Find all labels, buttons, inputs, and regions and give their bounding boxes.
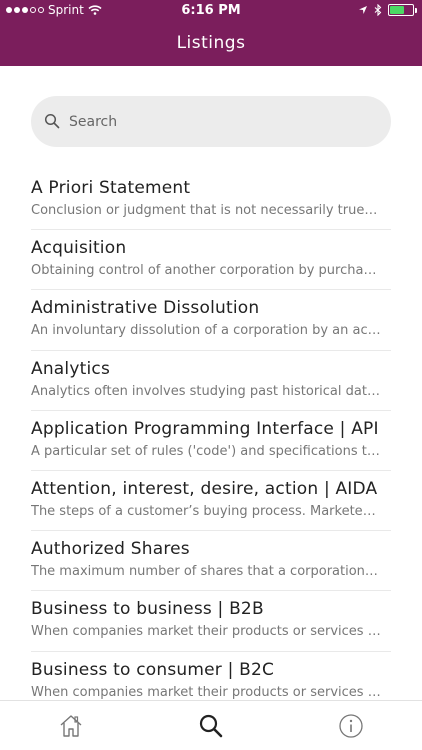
listing-title: Acquisition [31,238,127,259]
status-bar: Sprint 6:16 PM [0,0,422,22]
listing-title: Analytics [31,358,110,379]
listing-title: Attention, interest, desire, action | AI… [31,478,378,499]
listing-description: When companies market their products or … [31,624,381,640]
search-bar[interactable] [31,96,391,147]
listing-description: When companies market their products or … [31,684,381,700]
nav-header: Sprint 6:16 PM Listings [0,0,422,66]
listing-title: Business to consumer | B2C [31,659,275,680]
list-item[interactable]: Business to business | B2B When companies… [31,591,391,652]
status-right [358,4,417,16]
location-arrow-icon [359,6,367,14]
battery-icon [388,4,417,16]
listing-description: An involuntary dissolution of a corporat… [31,323,381,339]
list-item[interactable]: Acquisition Obtaining control of another … [31,230,391,291]
tab-bar [0,700,422,750]
listing-description: The maximum number of shares that a corp… [31,564,381,580]
list-item[interactable]: Analytics Analytics often involves studyi… [31,351,391,411]
home-icon[interactable] [58,713,84,739]
listing-description: A particular set of rules ('code') and s… [31,443,381,459]
info-icon[interactable] [338,713,364,739]
listing-description: Conclusion or judgment that is not neces… [31,203,381,218]
page-title: Listings [176,33,246,53]
listing-title: A Priori Statement [31,178,191,198]
search-input[interactable] [69,96,374,147]
battery-level-fill [390,6,405,14]
listing-description: Analytics often involves studying past h… [31,383,381,399]
list-item[interactable]: Application Programming Interface | API A… [31,411,391,471]
listing-description: Obtaining control of another corporation… [31,263,381,279]
list-item[interactable]: Attention, interest, desire, action | AI… [31,471,391,532]
listing-description: The steps of a customer’s buying process… [31,503,381,519]
list-item[interactable]: A Priori Statement Conclusion or judgment… [31,170,391,231]
tab-search-icon[interactable] [198,713,224,739]
listing-title: Business to business | B2B [31,599,264,620]
list-item[interactable]: Authorized Shares The maximum number of s… [31,531,391,592]
search-icon [44,113,60,129]
bluetooth-icon [374,4,382,16]
listing-title: Administrative Dissolution [31,298,260,319]
listing-title: Authorized Shares [31,539,190,560]
listings-list: A Priori Statement Conclusion or judgment… [0,170,422,712]
list-item[interactable]: Administrative Dissolution An involuntary… [31,290,391,351]
listing-title: Application Programming Interface | API [31,418,379,439]
